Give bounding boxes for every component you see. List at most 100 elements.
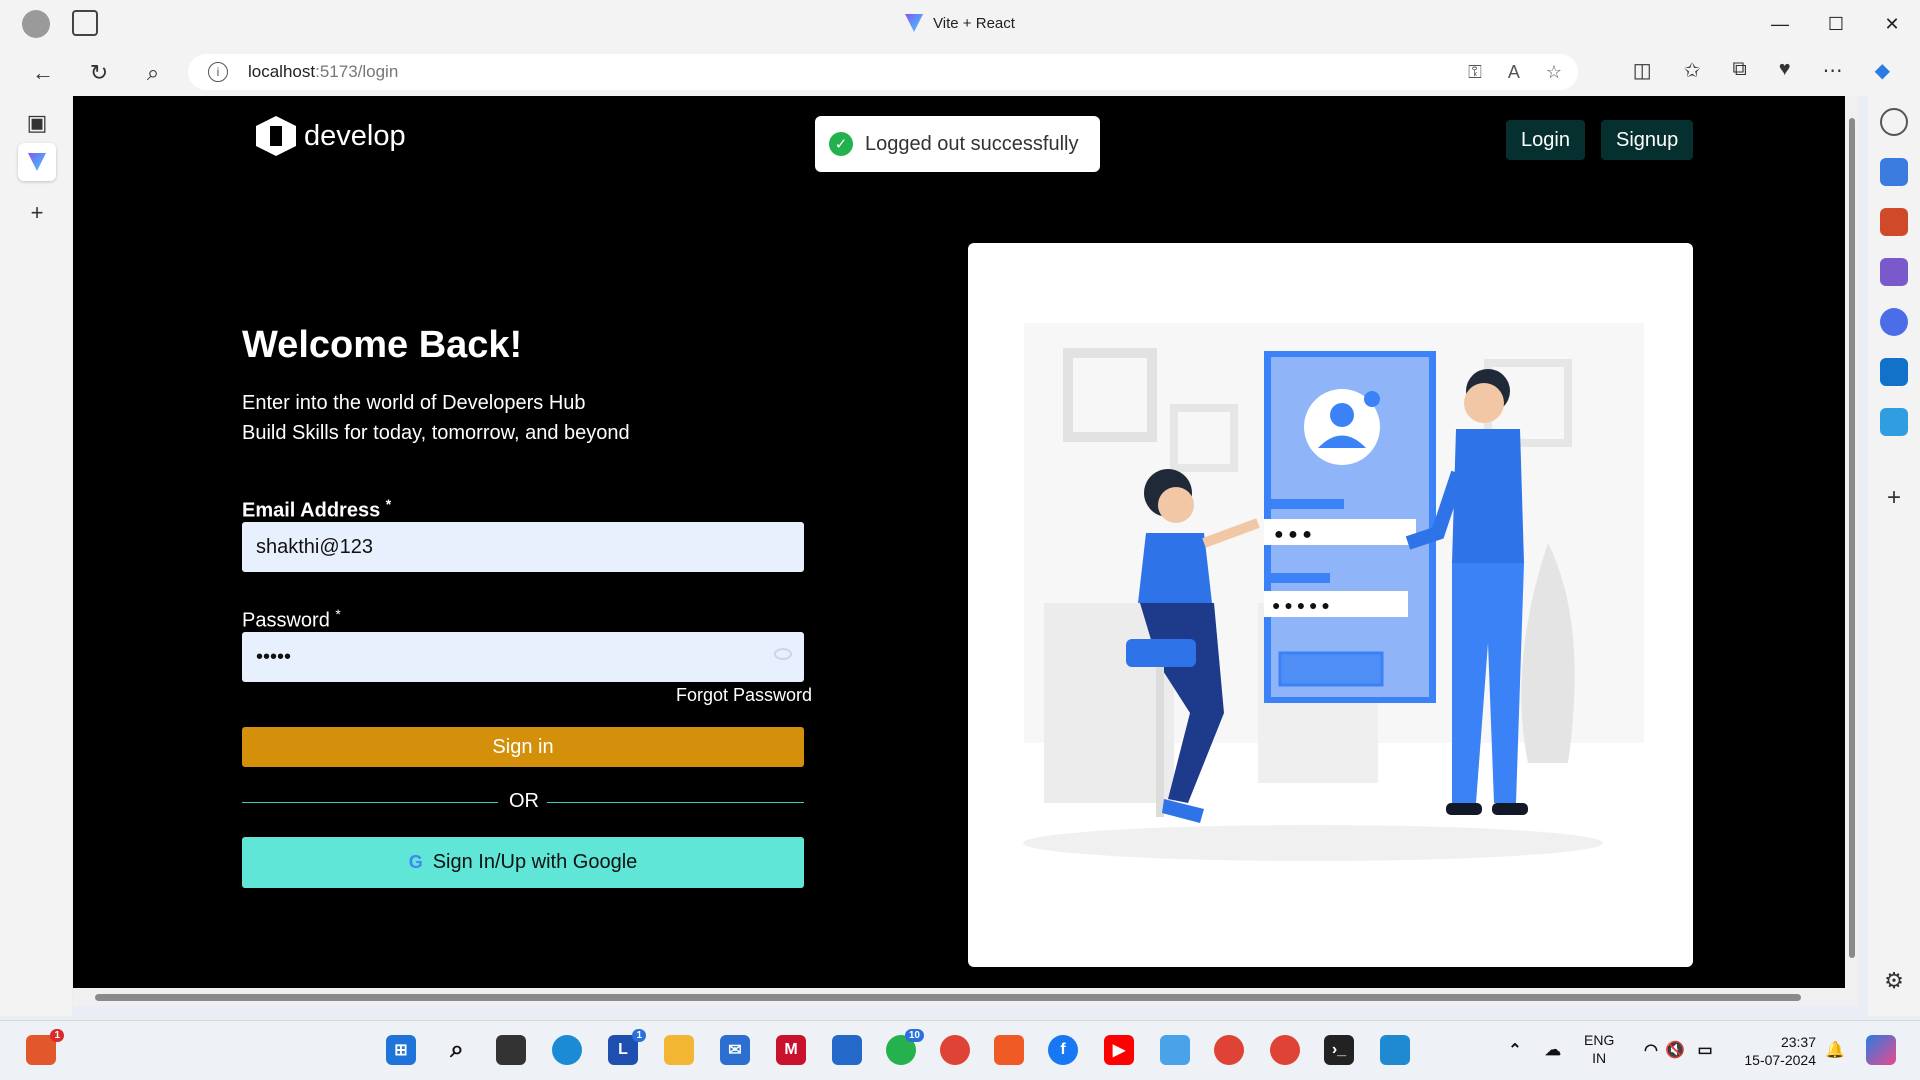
vertical-scrollbar[interactable] — [1845, 96, 1859, 1006]
chrome-icon[interactable] — [940, 1035, 970, 1065]
site-info-icon[interactable]: i — [208, 62, 228, 82]
screen: Vite + React — ☐ ✕ ← ↻ ⌕ i localhost :51… — [0, 0, 1920, 1080]
illustration-man-shoe-right — [1492, 803, 1528, 815]
favorite-star-icon[interactable]: ☆ — [1546, 62, 1562, 83]
google-sign-in-button[interactable]: G Sign In/Up with Google — [242, 837, 804, 888]
tab-actions-icon[interactable]: ▣ — [18, 104, 56, 142]
new-tab-icon[interactable]: + — [18, 194, 56, 232]
taskbar-search-icon[interactable]: ⌕ — [442, 1035, 472, 1065]
show-hidden-icons-chevron-icon[interactable]: ⌃ — [1500, 1035, 1530, 1065]
browser-toolbar: ← ↻ ⌕ i localhost :5173/login ⚿ A ☆ ◫ ✩ … — [0, 48, 1920, 96]
password-key-icon[interactable]: ⚿ — [1468, 62, 1482, 83]
add-sidebar-app-icon[interactable]: + — [1880, 484, 1908, 512]
success-check-icon: ✓ — [829, 132, 853, 156]
facebook-icon[interactable]: f — [1048, 1035, 1078, 1065]
develop-logo-icon — [256, 116, 296, 156]
language-line-1: ENG — [1584, 1032, 1615, 1048]
whatsapp-icon[interactable]: 10 — [886, 1029, 924, 1065]
edge-browser-icon[interactable] — [552, 1035, 582, 1065]
copilot-icon[interactable]: ◆ — [1875, 58, 1890, 83]
page-viewport: develop ✓ Logged out successfully Login … — [73, 96, 1845, 1006]
forgot-password-link[interactable]: Forgot Password — [676, 685, 812, 706]
drop-icon[interactable] — [1880, 408, 1908, 436]
url-host: localhost — [248, 62, 316, 81]
system-clock[interactable]: 23:37 15-07-2024 — [1744, 1033, 1816, 1069]
illustration-woman-face — [1158, 487, 1194, 523]
illustration-dots-1: ● ● ● — [1274, 526, 1312, 543]
task-view-icon[interactable] — [496, 1035, 526, 1065]
volume-muted-icon[interactable]: 🔇 — [1660, 1035, 1690, 1065]
vscode-icon[interactable] — [1380, 1035, 1410, 1065]
horizontal-scrollbar[interactable] — [73, 988, 1845, 1006]
maximize-button[interactable]: ☐ — [1808, 0, 1864, 48]
l-app-icon[interactable]: L 1 — [608, 1029, 646, 1065]
tab-vite-react[interactable] — [18, 143, 56, 181]
settings-gear-icon[interactable]: ⚙ — [1880, 968, 1908, 996]
horizontal-scroll-thumb[interactable] — [95, 994, 1801, 1001]
edge-sidebar: + ⚙ — [1868, 96, 1920, 1016]
password-label: Password * — [242, 606, 341, 633]
email-field[interactable]: shakthi@123 — [242, 522, 804, 572]
mail-icon[interactable]: ✉ — [720, 1035, 750, 1065]
window-title-text: Vite + React — [933, 14, 1015, 32]
language-indicator[interactable]: ENG IN — [1584, 1031, 1614, 1067]
tools-briefcase-icon[interactable] — [1880, 208, 1908, 236]
photos-icon[interactable] — [1160, 1035, 1190, 1065]
chrome-profile-c-icon[interactable] — [1214, 1035, 1244, 1065]
sign-in-button[interactable]: Sign in — [242, 727, 804, 767]
login-illustration: ● ● ● ● ● ● ● ● — [1023, 323, 1644, 861]
shopping-tag-icon[interactable] — [1880, 158, 1908, 186]
close-button[interactable]: ✕ — [1864, 0, 1920, 48]
browser-essentials-icon[interactable]: ♥ — [1779, 58, 1791, 83]
copilot-taskbar-icon[interactable] — [1866, 1035, 1896, 1065]
vite-icon — [905, 14, 924, 32]
terminal-icon[interactable]: ›_ — [1324, 1035, 1354, 1065]
refresh-icon[interactable]: ↻ — [84, 58, 114, 88]
toast-notification: ✓ Logged out successfully — [815, 116, 1100, 172]
brand-logo[interactable]: develop — [256, 116, 406, 156]
mcafee-icon[interactable]: M — [776, 1035, 806, 1065]
read-aloud-icon[interactable]: A — [1508, 62, 1520, 83]
illustration-label-bar-1 — [1264, 499, 1344, 509]
password-required-mark: * — [335, 606, 341, 622]
google-sign-in-label: Sign In/Up with Google — [432, 851, 638, 873]
illustration-avatar-head — [1330, 403, 1354, 427]
antivirus-alert-icon[interactable]: 1 — [26, 1029, 64, 1065]
notifications-bell-icon[interactable]: 🔔 — [1820, 1035, 1850, 1065]
file-explorer-icon[interactable] — [664, 1035, 694, 1065]
sidebar-search-icon[interactable] — [1880, 108, 1908, 136]
signup-nav-button[interactable]: Signup — [1601, 120, 1694, 160]
back-icon[interactable]: ← — [28, 58, 58, 88]
minimize-button[interactable]: — — [1752, 0, 1808, 48]
microsoft-365-icon[interactable] — [1880, 308, 1908, 336]
vertical-scroll-thumb[interactable] — [1849, 118, 1855, 958]
microsoft-store-icon[interactable] — [832, 1035, 862, 1065]
onedrive-cloud-icon[interactable]: ☁ — [1538, 1035, 1568, 1065]
email-label-text: Email Address — [242, 499, 381, 522]
show-password-eye-icon[interactable] — [774, 648, 792, 660]
welcome-heading: Welcome Back! — [242, 324, 523, 366]
browser-title-bar: Vite + React — ☐ ✕ — [0, 0, 1920, 48]
illustration-stool-seat — [1126, 639, 1196, 667]
illustration-dots-2: ● ● ● ● ● — [1272, 597, 1330, 613]
search-icon[interactable]: ⌕ — [138, 58, 168, 88]
login-nav-button[interactable]: Login — [1506, 120, 1585, 160]
split-screen-icon[interactable]: ◫ — [1633, 58, 1652, 83]
battery-icon[interactable]: ▭ — [1690, 1035, 1720, 1065]
clock-time: 23:37 — [1780, 1034, 1816, 1050]
password-value: ••••• — [256, 645, 292, 668]
youtube-icon[interactable]: ▶ — [1104, 1035, 1134, 1065]
favorites-icon[interactable]: ✩ — [1684, 58, 1701, 83]
window-title: Vite + React — [0, 14, 1920, 32]
outlook-icon[interactable] — [1880, 358, 1908, 386]
address-bar[interactable]: i localhost :5173/login ⚿ A ☆ — [188, 54, 1578, 90]
games-icon[interactable] — [1880, 258, 1908, 286]
collections-icon[interactable]: ⧉ — [1732, 58, 1746, 83]
password-field[interactable]: ••••• — [242, 632, 804, 682]
brave-icon[interactable] — [994, 1035, 1024, 1065]
more-options-icon[interactable]: ⋯ — [1823, 58, 1843, 83]
start-windows-icon[interactable]: ⊞ — [386, 1035, 416, 1065]
illustration-floor-shadow — [1023, 825, 1603, 861]
chrome-profile-c2-icon[interactable] — [1270, 1035, 1300, 1065]
whatsapp-badge: 10 — [904, 1029, 924, 1042]
